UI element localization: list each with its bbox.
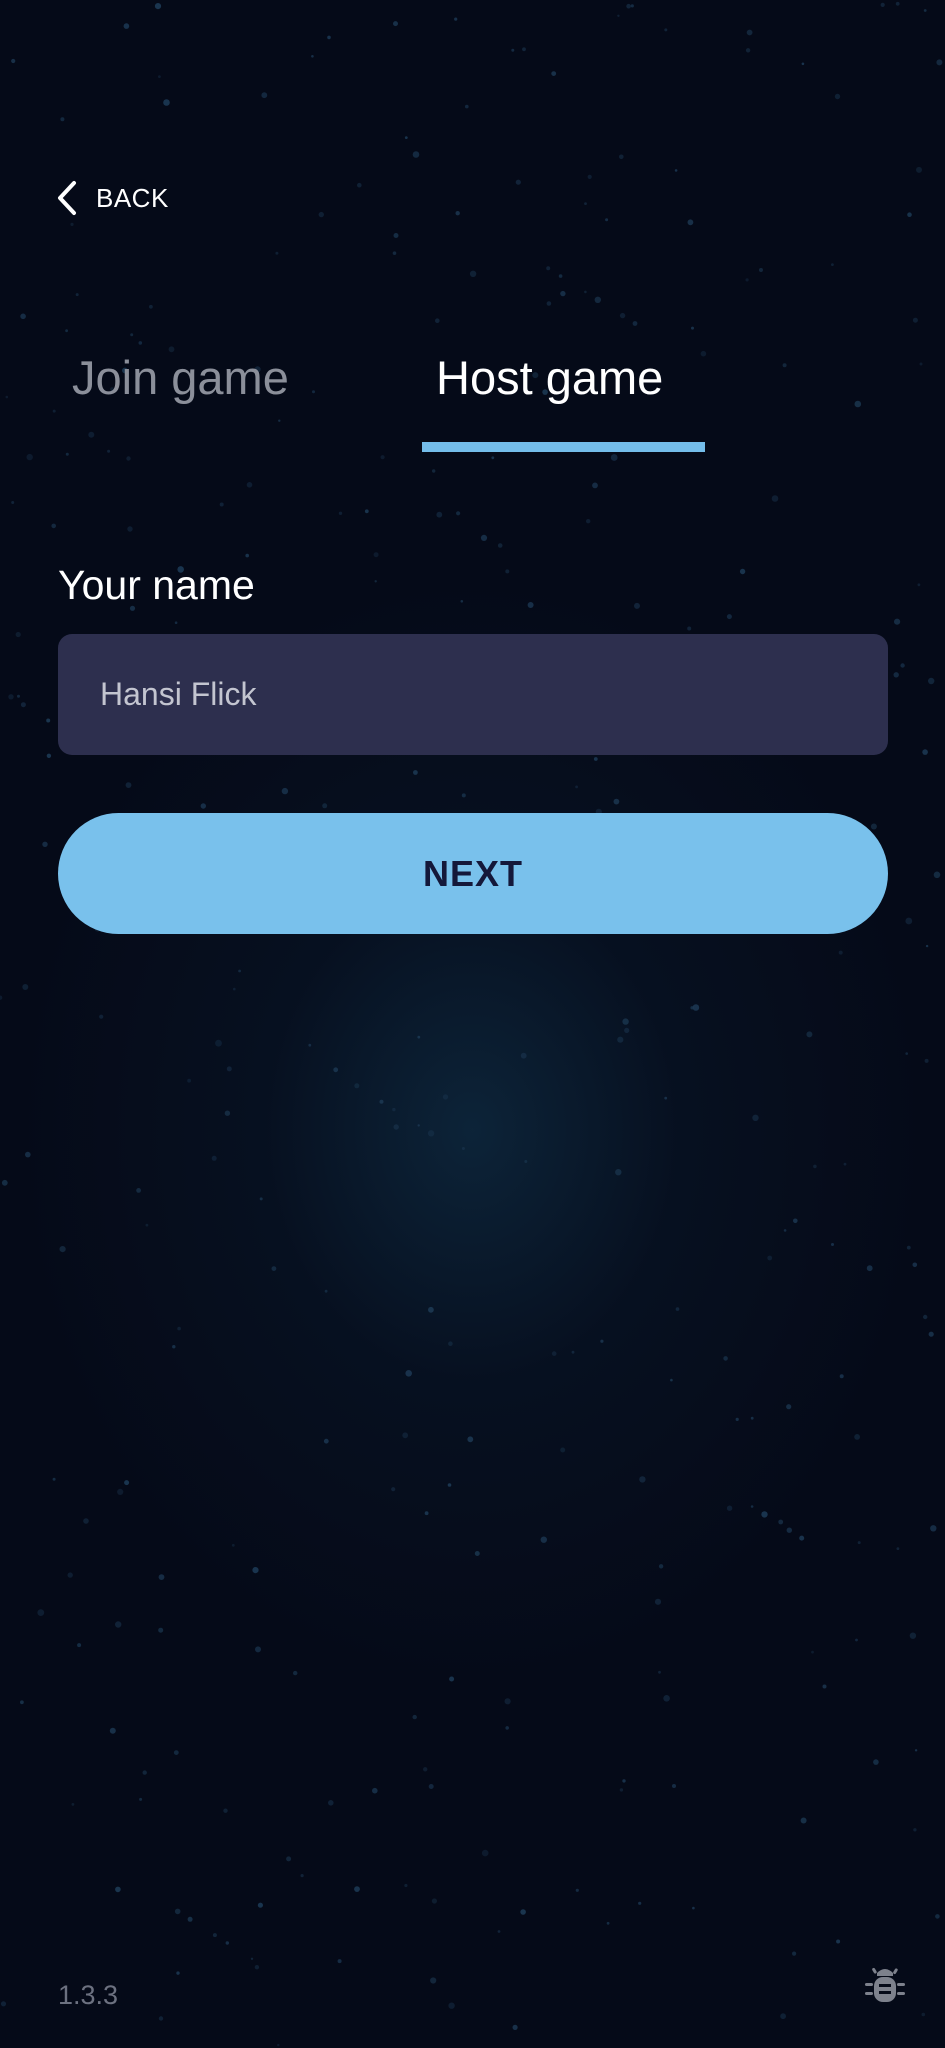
back-button[interactable]: BACK [56,176,169,220]
tab-join-game[interactable]: Join game [72,350,289,405]
active-tab-indicator [422,442,705,452]
chevron-left-icon [56,180,78,216]
game-mode-tabs: Join game Host game [0,350,945,460]
name-input[interactable] [58,634,888,755]
your-name-label: Your name [58,562,255,608]
bug-icon [862,1967,908,2012]
back-label: BACK [96,182,169,213]
tab-host-game[interactable]: Host game [436,350,663,405]
next-button-label: NEXT [422,852,523,894]
starfield-background [0,1,943,2047]
next-button[interactable]: NEXT [58,813,888,934]
bug-report-button[interactable] [862,1962,908,2008]
app-version: 1.3.3 [58,1980,119,2010]
host-game-screen: BACK Join game Host game Your name NEXT … [0,0,945,2048]
